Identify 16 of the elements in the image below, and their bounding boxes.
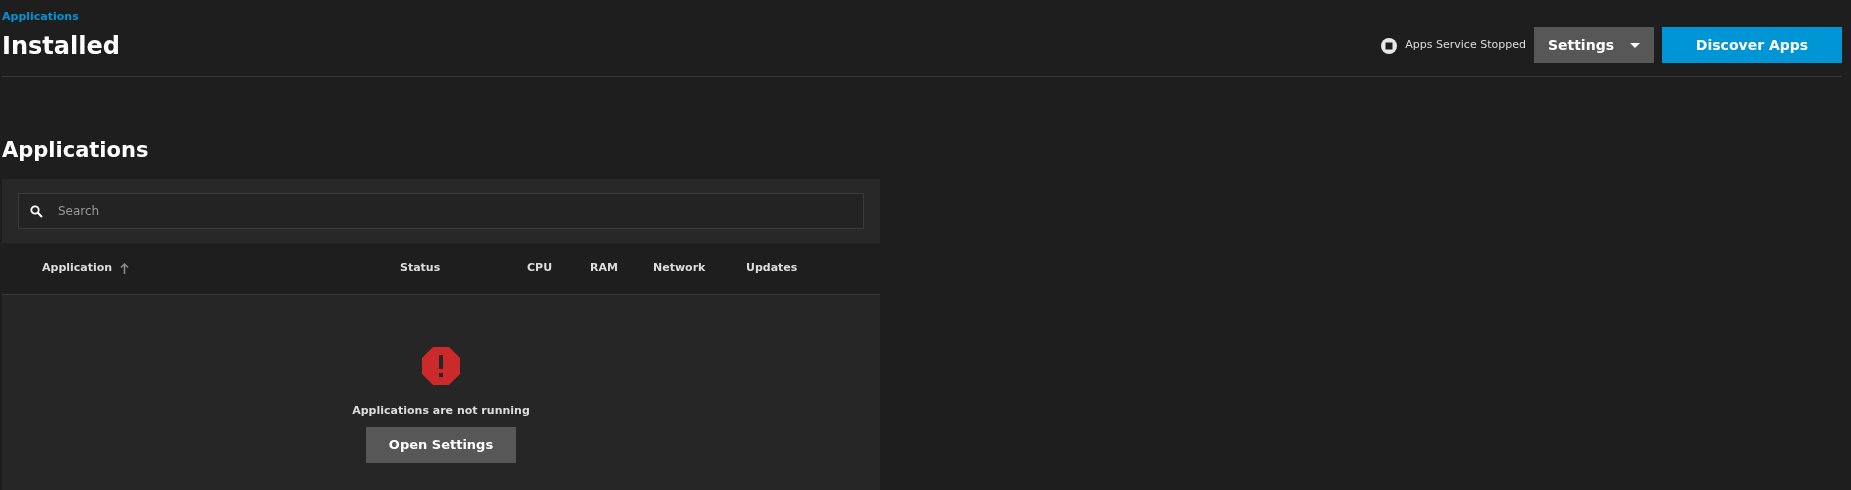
settings-button[interactable]: Settings xyxy=(1533,27,1654,63)
caret-icon xyxy=(1630,42,1640,48)
column-header[interactable]: Network xyxy=(653,259,706,277)
search-field[interactable]: Search xyxy=(18,192,864,229)
section-title: Applications xyxy=(2,137,150,164)
open-settings-button[interactable]: Open Settings xyxy=(366,427,516,463)
empty-message: Applications are not running xyxy=(352,402,530,419)
column-header[interactable]: Status xyxy=(400,259,441,277)
error-icon xyxy=(422,346,460,385)
service-status: Apps Service Stopped xyxy=(1405,36,1526,53)
breadcrumb-link[interactable]: Applications xyxy=(2,9,79,26)
column-header[interactable]: CPU xyxy=(527,259,553,277)
column-header[interactable]: Application xyxy=(42,259,113,277)
column-header[interactable]: Updates xyxy=(746,259,798,277)
page-title: Installed xyxy=(2,31,120,61)
column-header[interactable]: RAM xyxy=(590,259,618,277)
